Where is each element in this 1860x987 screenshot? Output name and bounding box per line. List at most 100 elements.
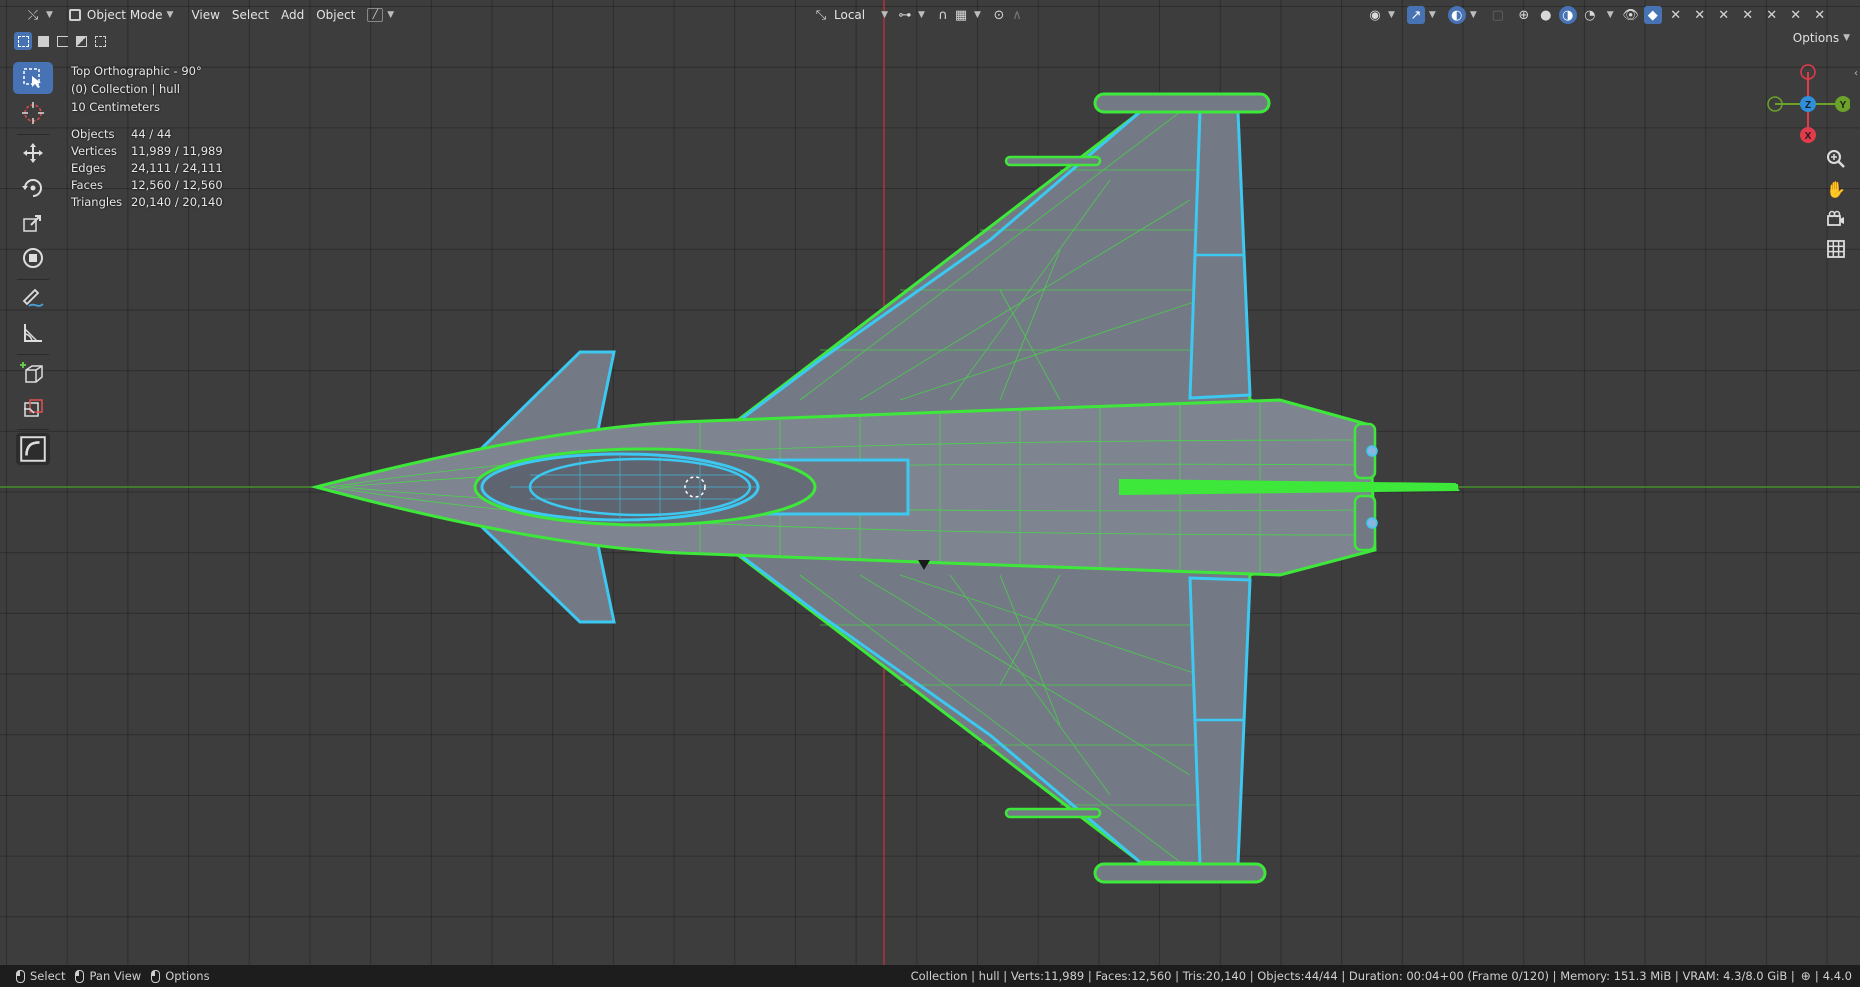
wingtip-pod-upper (1093, 92, 1271, 114)
overlay-icon: ◐ (1447, 6, 1466, 24)
pivot-icon: ⊶ (898, 7, 912, 23)
toggle-2[interactable]: ✕ (1688, 4, 1712, 26)
stats-value: 44 / 44 (131, 127, 172, 141)
mouse-right-icon (151, 969, 161, 983)
toggle-5[interactable]: ✕ (1760, 4, 1784, 26)
visibility-filter[interactable]: 👁 (1620, 4, 1642, 26)
options-button[interactable]: Options ▼ (1793, 31, 1850, 45)
stats-label: Vertices (71, 144, 117, 158)
tool-cursor[interactable] (13, 97, 53, 129)
ortho-toggle-button[interactable] (1820, 235, 1852, 263)
menu-object[interactable]: Object (310, 4, 361, 26)
tool-scale[interactable] (13, 207, 53, 239)
tool-move[interactable] (13, 137, 53, 169)
toggle-6[interactable]: ✕ (1784, 4, 1808, 26)
visibility-dropdown[interactable]: ◉ ▼ (1360, 4, 1401, 26)
shading-options[interactable]: ▼ (1601, 4, 1616, 26)
3d-viewport[interactable] (0, 0, 1860, 965)
cross-icon: ✕ (1790, 7, 1802, 23)
hint-label: Options (165, 969, 210, 983)
navigation-gizmo[interactable]: Y X Z (1765, 62, 1851, 147)
stats-label: Triangles (71, 195, 123, 209)
select-mode-invert[interactable] (72, 32, 90, 50)
select-mode-subtract[interactable] (53, 32, 71, 50)
chevron-down-icon: ▼ (1469, 10, 1477, 20)
wingtip-pod-lower (1093, 862, 1267, 884)
menu-select[interactable]: Select (226, 4, 275, 26)
camera-toggle[interactable]: ◆ (1642, 4, 1664, 26)
tool-add-cube-2[interactable] (13, 392, 53, 424)
hint-label: Select (30, 969, 66, 983)
chevron-down-icon: ▼ (974, 10, 981, 20)
mouse-left-icon (16, 969, 25, 983)
tool-select-box[interactable] (13, 62, 53, 94)
zoom-button[interactable] (1820, 145, 1852, 173)
toggle-4[interactable]: ✕ (1736, 4, 1760, 26)
magnet-icon: ∩ (938, 7, 948, 23)
add-cube-icon (20, 362, 43, 383)
stats-row: Faces 12,560 / 12,560 (71, 177, 223, 194)
toggle-1[interactable]: ✕ (1664, 4, 1688, 26)
camera-icon (1827, 210, 1844, 226)
measure-icon (24, 324, 42, 342)
tool-rotate[interactable] (13, 172, 53, 204)
shading-solid[interactable]: ● (1535, 4, 1557, 26)
camera-view-button[interactable] (1820, 205, 1852, 233)
sidebar-collapse-arrow[interactable]: ‹ (1854, 68, 1858, 79)
editor-type-button[interactable]: ⤯ ▼ (18, 4, 59, 26)
pivot-dropdown[interactable]: ⊶ ▼ (890, 4, 931, 26)
active-collection: (0) Collection | hull (71, 82, 180, 96)
stats-value: 11,989 / 11,989 (131, 144, 223, 158)
hint-label: Pan View (89, 969, 142, 983)
select-mode-intersect[interactable] (91, 32, 109, 50)
zoom-icon (1827, 150, 1845, 168)
toggle-7[interactable]: ✕ (1808, 4, 1832, 26)
toggle-3[interactable]: ✕ (1712, 4, 1736, 26)
menu-add[interactable]: Add (275, 4, 310, 26)
tool-shear[interactable] (16, 433, 50, 465)
shading-wireframe[interactable]: ⊕ (1513, 4, 1535, 26)
transform-orientation-dropdown[interactable]: ⤡ Local ▼ (806, 4, 894, 26)
stats-label: Edges (71, 161, 106, 175)
toolbar-separator (17, 134, 49, 135)
shading-rendered[interactable]: ◔ (1579, 4, 1601, 26)
stats-row: Edges 24,111 / 24,111 (71, 160, 223, 177)
hint-pan-view: Pan View (75, 969, 141, 983)
chevron-down-icon: ▼ (166, 10, 174, 20)
aircraft-model (310, 92, 1460, 884)
select-mode-new[interactable] (14, 32, 32, 50)
stats-value: 12,560 / 12,560 (131, 178, 223, 192)
select-invert-icon (75, 35, 87, 47)
shading-material[interactable]: ◑ (1557, 4, 1579, 26)
chevron-down-icon: ▼ (1428, 10, 1436, 20)
proportional-edit-icon: ⊙ (993, 7, 1005, 23)
annotate-icon (22, 288, 44, 307)
proportional-edit-toggle[interactable]: ⊙ ∧ (984, 4, 1032, 26)
menu-view[interactable]: View (185, 4, 225, 26)
mode-dropdown[interactable]: Object Mode ▼ (63, 4, 180, 26)
tool-measure[interactable] (13, 317, 53, 349)
header-right-tools: ◉ ▼ ↗ ▼ ◐ ▼ ▢ ⊕ ● ◑ ◔ ▼ 👁 ◆ ✕ ✕ ✕ ✕ ✕ ✕ … (1360, 0, 1832, 30)
snap-toggle[interactable]: ∩ ▦ ▼ (928, 4, 987, 26)
cursor-icon (22, 102, 44, 124)
tool-add-cube[interactable] (13, 357, 53, 389)
scene-render[interactable] (0, 0, 1860, 965)
cross-icon: ✕ (1718, 7, 1730, 23)
cross-icon: ✕ (1742, 7, 1754, 23)
scale-icon (23, 215, 41, 232)
globe-icon: ⊕ (1800, 969, 1811, 983)
material-shading-icon: ◑ (1558, 6, 1577, 24)
overlay-toggle[interactable]: ◐ ▼ (1442, 4, 1483, 26)
gizmo-toggle[interactable]: ↗ ▼ (1401, 4, 1442, 26)
xray-toggle[interactable]: ▢ (1483, 4, 1513, 26)
shear-icon (20, 436, 46, 462)
select-mode-extend[interactable] (34, 32, 52, 50)
gizmo-icon: ↗ (1406, 6, 1425, 24)
tool-annotate[interactable] (13, 282, 53, 314)
pan-button[interactable]: ✋ (1820, 175, 1852, 203)
tool-transform[interactable] (13, 242, 53, 274)
add-cube-tool-icon (24, 399, 43, 417)
gesture-dropdown[interactable]: ╱ ▼ (361, 4, 400, 26)
stats-row: Triangles 20,140 / 20,140 (71, 194, 223, 211)
gizmo-svg: Y X Z (1767, 64, 1851, 143)
